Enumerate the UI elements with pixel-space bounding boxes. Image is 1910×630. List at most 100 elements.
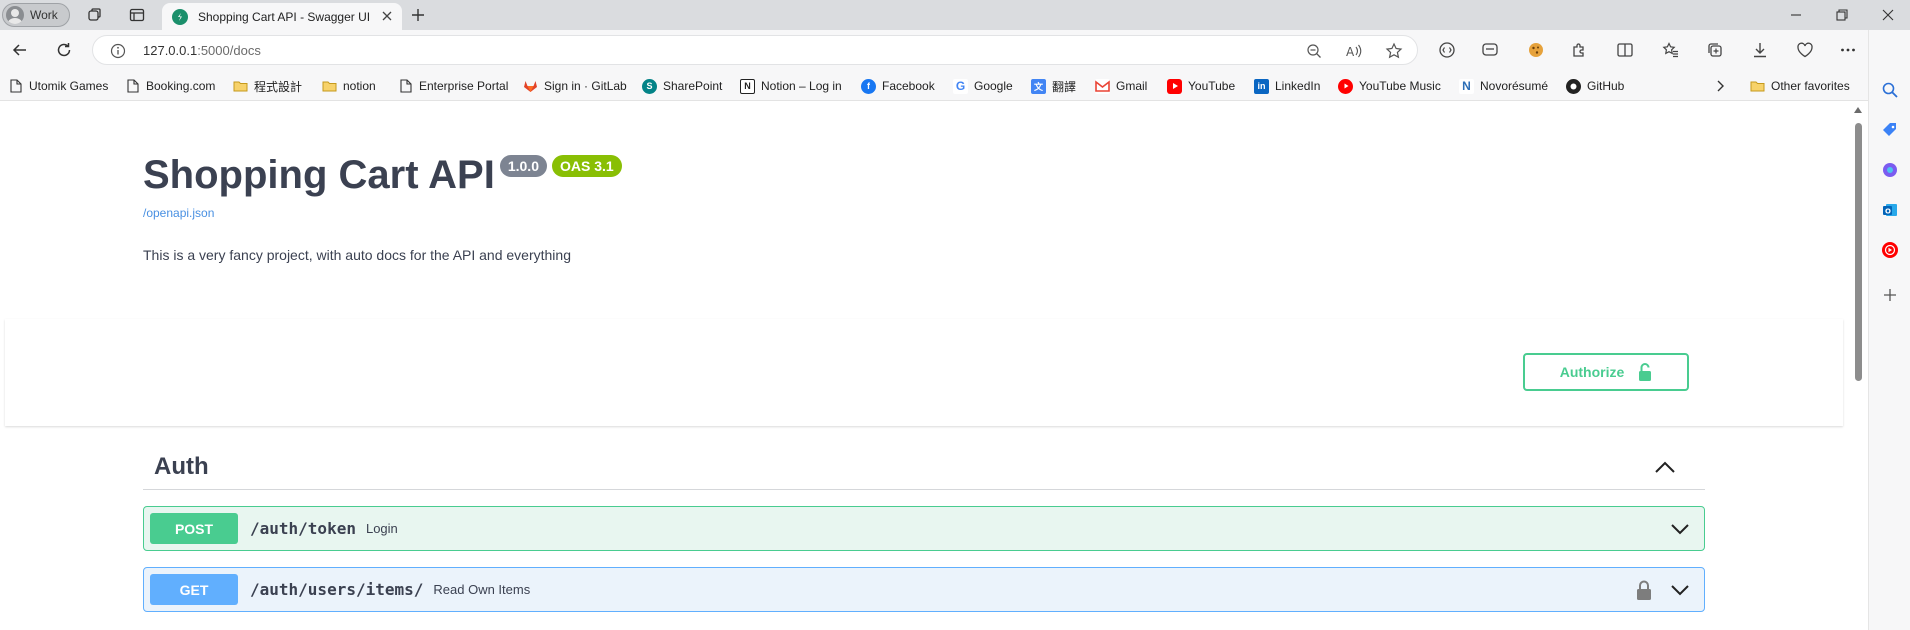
favorite-label: Novorésumé [1480, 79, 1549, 93]
new-tab-icon[interactable] [408, 5, 428, 25]
minimize-icon[interactable] [1786, 5, 1806, 25]
window-close-icon[interactable] [1878, 5, 1898, 25]
favorite-label: 翻譯 [1052, 79, 1077, 94]
favorite-google[interactable]: G Google [953, 77, 1013, 95]
favorite-label: Google [974, 79, 1013, 93]
workspaces-icon[interactable] [85, 5, 105, 25]
favorite-booking[interactable]: Booking.com [125, 77, 215, 95]
facebook-icon: f [861, 78, 876, 94]
operation-summary: Login [365, 521, 398, 536]
address-bar[interactable]: 127.0.0.1:5000/docs A [92, 35, 1418, 65]
favorite-label: Notion – Log in [761, 79, 842, 93]
operation-summary: Read Own Items [433, 582, 531, 597]
sharepoint-icon: S [642, 78, 657, 94]
favorites-icon[interactable] [1661, 40, 1681, 60]
more-favorites-chevron-icon[interactable] [1715, 77, 1725, 95]
settings-more-icon[interactable] [1838, 40, 1858, 60]
swagger-page: Shopping Cart API 1.0.0 OAS 3.1 /openapi… [0, 101, 1848, 630]
authorize-button[interactable]: Authorize [1523, 353, 1689, 391]
back-icon[interactable] [10, 40, 30, 60]
vertical-tabs-icon[interactable] [127, 5, 147, 25]
favorite-gmail[interactable]: Gmail [1095, 77, 1147, 95]
zoom-out-icon[interactable] [1305, 42, 1323, 60]
tracking-prevention-icon[interactable] [1437, 40, 1457, 60]
youtube-icon [1167, 78, 1182, 94]
tag-section-auth[interactable]: Auth [143, 446, 1705, 490]
favorite-youtube[interactable]: YouTube [1167, 77, 1235, 95]
browser-essentials-icon[interactable] [1795, 40, 1815, 60]
page-icon [398, 79, 413, 94]
tab-strip: Work Shopping Cart API - Swagger UI [0, 0, 1910, 30]
favorite-utomik[interactable]: Utomik Games [8, 77, 108, 95]
refresh-icon[interactable] [54, 40, 74, 60]
split-screen-icon[interactable] [1615, 40, 1635, 60]
api-info-header: Shopping Cart API 1.0.0 OAS 3.1 [143, 153, 622, 197]
restore-icon[interactable] [1832, 5, 1852, 25]
google-icon: G [953, 78, 968, 94]
notion-icon: N [740, 78, 755, 94]
favorite-folder-notion[interactable]: notion [322, 77, 376, 95]
url-path: :5000/docs [197, 43, 261, 58]
operation-path: /auth/token [250, 519, 356, 538]
favorite-linkedin[interactable]: in LinkedIn [1254, 77, 1320, 95]
favorite-translate[interactable]: 文 翻譯 [1031, 77, 1076, 95]
favorite-youtube-music[interactable]: YouTube Music [1338, 77, 1441, 95]
read-aloud-icon[interactable]: A [1345, 42, 1363, 60]
operation-post-auth-token[interactable]: POST /auth/token Login [143, 506, 1705, 551]
profile-label: Work [30, 8, 58, 22]
favorite-gitlab[interactable]: Sign in · GitLab [523, 77, 627, 95]
api-description: This is a very fancy project, with auto … [143, 247, 571, 263]
favorite-label: LinkedIn [1275, 79, 1321, 93]
other-favorites[interactable]: Other favorites [1750, 77, 1850, 95]
favorite-facebook[interactable]: f Facebook [861, 77, 935, 95]
chevron-down-icon[interactable] [1670, 521, 1690, 537]
other-favorites-label: Other favorites [1771, 79, 1850, 93]
linkedin-icon: in [1254, 78, 1269, 94]
openapi-json-link[interactable]: /openapi.json [143, 206, 214, 220]
favorite-enterprise-portal[interactable]: Enterprise Portal [398, 77, 508, 95]
copilot-sidebar-icon[interactable] [1880, 160, 1900, 180]
method-badge: GET [150, 574, 238, 605]
favorite-label: Sign in · GitLab [544, 79, 627, 93]
swagger-icon [172, 8, 188, 25]
favorite-folder-programming[interactable]: 程式設計 [233, 77, 302, 95]
operation-get-auth-users-items[interactable]: GET /auth/users/items/ Read Own Items [143, 567, 1705, 612]
cookie-extension-icon[interactable] [1526, 40, 1546, 60]
scroll-thumb[interactable] [1855, 123, 1862, 381]
outlook-icon[interactable]: O [1880, 200, 1900, 220]
shopping-tag-icon[interactable] [1880, 120, 1900, 140]
favorite-notion[interactable]: N Notion – Log in [740, 77, 842, 95]
favorite-star-icon[interactable] [1385, 42, 1403, 60]
method-badge: POST [150, 513, 238, 544]
add-sidebar-app-icon[interactable] [1880, 285, 1900, 305]
favorite-github[interactable]: GitHub [1566, 77, 1624, 95]
profile-button[interactable]: Work [2, 3, 70, 27]
folder-icon [322, 79, 337, 94]
api-title: Shopping Cart API [143, 153, 495, 197]
unlocked-padlock-icon [1638, 362, 1652, 382]
favorite-sharepoint[interactable]: S SharePoint [642, 77, 722, 95]
close-icon[interactable] [380, 9, 394, 23]
favorite-label: 程式設計 [254, 79, 303, 94]
authorize-label: Authorize [1559, 364, 1625, 380]
page-scrollbar[interactable] [1848, 101, 1868, 630]
extensions-puzzle-icon[interactable] [1569, 40, 1589, 60]
collections-icon[interactable] [1705, 40, 1725, 60]
tag-name: Auth [154, 453, 209, 480]
tab-swagger[interactable]: Shopping Cart API - Swagger UI [162, 3, 402, 30]
favorite-label: YouTube [1188, 79, 1236, 93]
chevron-down-icon[interactable] [1670, 582, 1690, 598]
favorites-bar: Utomik Games Booking.com 程式設計 notion Ent… [0, 70, 1910, 101]
locked-padlock-icon[interactable] [1636, 579, 1652, 601]
favorite-label: Enterprise Portal [419, 79, 509, 93]
chevron-up-icon[interactable] [1653, 458, 1677, 478]
youtube-music-sidebar-icon[interactable] [1880, 240, 1900, 260]
scroll-up-arrow-icon[interactable] [1854, 107, 1862, 113]
info-icon[interactable] [109, 42, 127, 60]
favorite-novoresume[interactable]: N Novorésumé [1459, 77, 1548, 95]
youtube-music-icon [1338, 78, 1353, 94]
search-icon[interactable] [1880, 80, 1900, 100]
downloads-icon[interactable] [1750, 40, 1770, 60]
extension-chat-icon[interactable] [1480, 40, 1500, 60]
url-text[interactable]: 127.0.0.1:5000/docs [143, 43, 261, 58]
